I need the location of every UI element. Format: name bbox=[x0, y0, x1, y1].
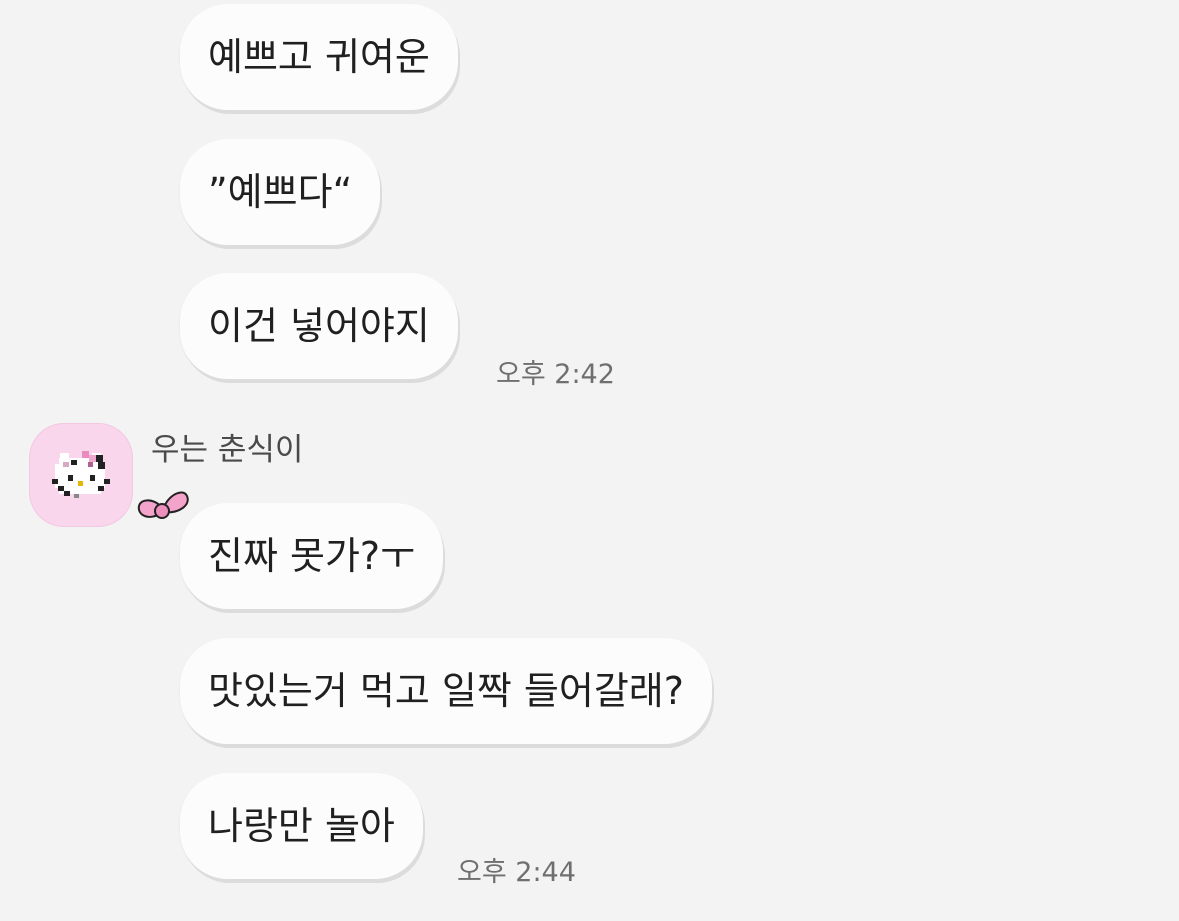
pink-bow-icon bbox=[137, 491, 189, 519]
message-timestamp: 오후 2:42 bbox=[496, 359, 615, 390]
message-text: 맛있는거 먹고 일짝 들어갈래? bbox=[208, 669, 684, 713]
message-text: 예쁘고 귀여운 bbox=[208, 35, 430, 79]
message-text: 나랑만 놀아 bbox=[208, 804, 395, 848]
message-text: 이건 넣어야지 bbox=[208, 304, 430, 348]
message-text: ”예쁘다“ bbox=[208, 170, 353, 214]
message-bubble[interactable]: ”예쁘다“ bbox=[180, 139, 381, 245]
sender-name: 우는 춘식이 bbox=[151, 432, 304, 468]
message-timestamp: 오후 2:44 bbox=[457, 857, 576, 888]
message-bubble[interactable]: 이건 넣어야지 bbox=[180, 273, 458, 379]
message-bubble[interactable]: 나랑만 놀아 bbox=[180, 773, 423, 879]
message-bubble[interactable]: 맛있는거 먹고 일짝 들어갈래? bbox=[180, 638, 712, 744]
hello-kitty-pixel-avatar-icon bbox=[52, 451, 110, 498]
message-bubble[interactable]: 진짜 못가?ㅜ bbox=[180, 503, 444, 609]
message-text: 진짜 못가?ㅜ bbox=[208, 534, 416, 578]
message-bubble[interactable]: 예쁘고 귀여운 bbox=[180, 4, 458, 110]
avatar[interactable] bbox=[30, 424, 132, 526]
